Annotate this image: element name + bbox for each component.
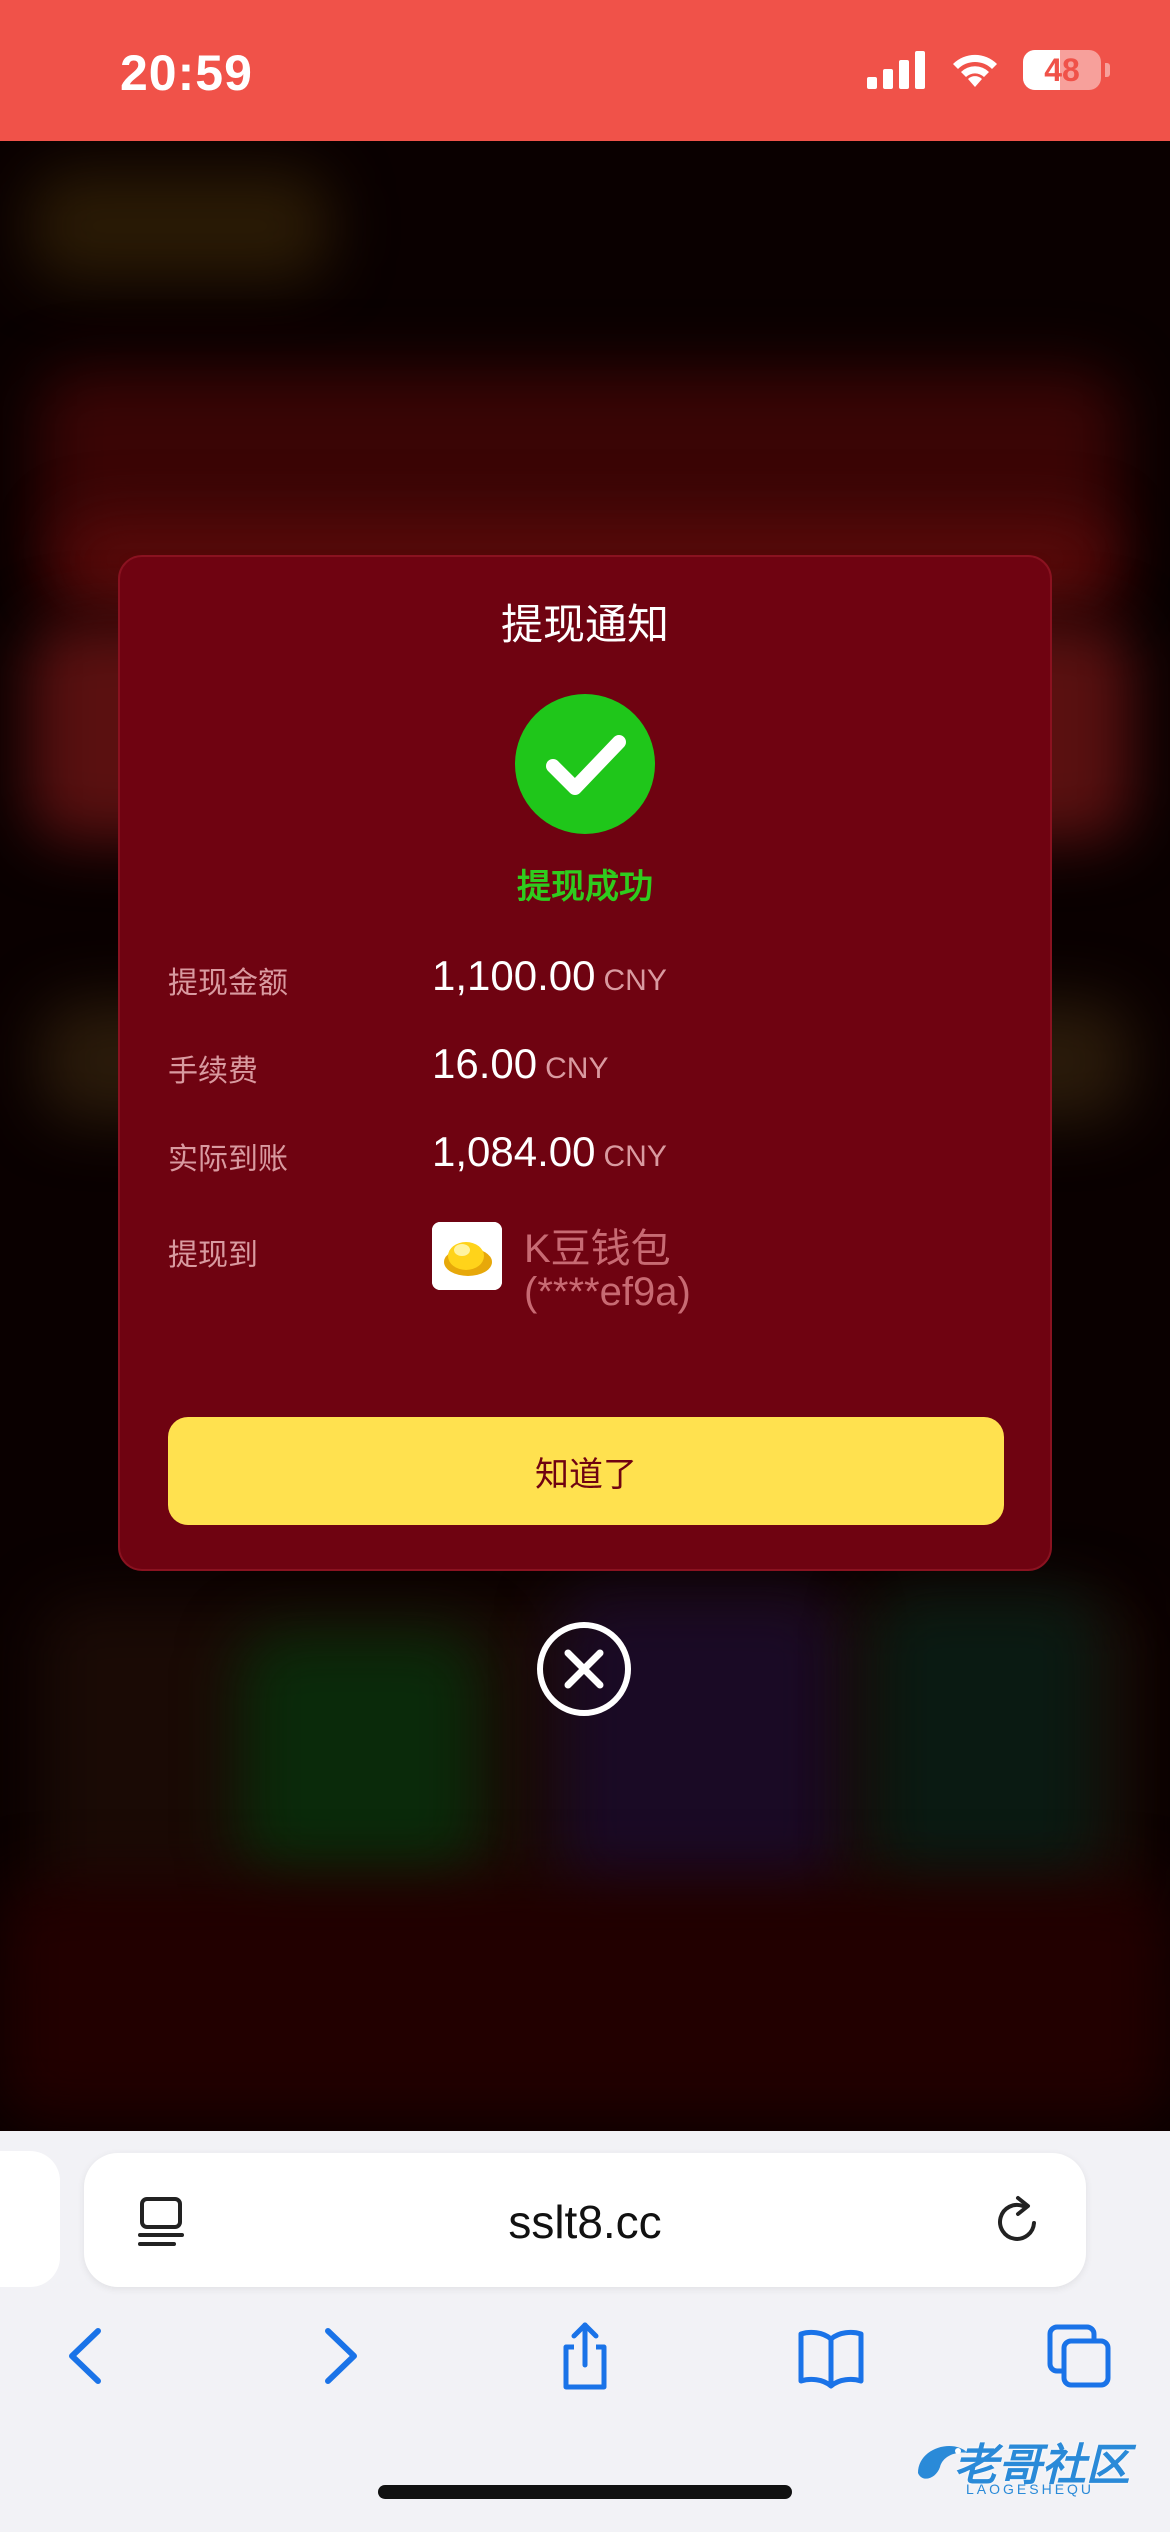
close-dialog-button[interactable]	[536, 1621, 632, 1717]
dialog-title: 提现通知	[500, 601, 669, 648]
withdrawal-notification-dialog: 提现通知 提现成功 提现金额 1,100.00 CNY 手续费 16.00 CNY …	[118, 555, 1052, 1571]
destination-label: 提现到	[168, 1239, 258, 1272]
amount-label: 提现金额	[168, 967, 288, 1000]
wallet-name: K豆钱包	[524, 1227, 671, 1271]
k-bean-wallet-icon	[432, 1222, 502, 1290]
received-row: 实际到账 1,084.00 CNY	[168, 1128, 1002, 1188]
fee-value-group: 16.00 CNY	[432, 1040, 608, 1088]
fee-label: 手续费	[168, 1055, 258, 1088]
battery-level: 48	[1044, 51, 1080, 88]
cellular-signal-icon	[867, 51, 925, 89]
battery-icon: 48	[1023, 50, 1101, 90]
status-bar: 20:59 48	[0, 0, 1170, 141]
battery-nub	[1105, 63, 1110, 77]
received-label: 实际到账	[168, 1143, 288, 1176]
watermark-logo: 老哥社区 LAOGESHEQU	[908, 2425, 1158, 2505]
status-icons: 48	[867, 50, 1110, 90]
previous-tab-card[interactable]	[0, 2151, 60, 2287]
received-value: 1,084.00	[432, 1128, 596, 1175]
back-icon[interactable]	[52, 2321, 122, 2391]
confirm-button[interactable]: 知道了	[168, 1417, 1004, 1525]
destination-row: 提现到 K豆钱包 (****ef9a)	[168, 1222, 1002, 1334]
amount-value-group: 1,100.00 CNY	[432, 952, 667, 1000]
success-check-icon	[515, 694, 655, 834]
address-bar[interactable]: sslt8.cc	[84, 2153, 1086, 2287]
watermark-subtext: LAOGESHEQU	[966, 2481, 1095, 2497]
received-value-group: 1,084.00 CNY	[432, 1128, 667, 1176]
withdrawal-status: 提现成功	[517, 868, 653, 906]
fee-unit: CNY	[545, 1052, 609, 1085]
share-icon[interactable]	[550, 2321, 620, 2391]
status-time: 20:59	[120, 45, 253, 101]
received-unit: CNY	[603, 1140, 667, 1173]
home-indicator[interactable]	[378, 2485, 792, 2499]
amount-row: 提现金额 1,100.00 CNY	[168, 952, 1002, 1012]
wallet-account: (****ef9a)	[524, 1270, 691, 1314]
reload-icon[interactable]	[990, 2193, 1046, 2249]
forward-icon[interactable]	[304, 2321, 374, 2391]
tabs-icon[interactable]	[1044, 2321, 1114, 2391]
fee-value: 16.00	[432, 1040, 538, 1087]
screen: 20:59 48 提现通知 提现成功 提现金额 1,100.00 CNY 手续费…	[0, 0, 1170, 2532]
bookmarks-icon[interactable]	[796, 2321, 866, 2391]
fee-row: 手续费 16.00 CNY	[168, 1040, 1002, 1100]
amount-unit: CNY	[603, 964, 667, 997]
amount-value: 1,100.00	[432, 952, 596, 999]
wifi-icon	[953, 54, 997, 87]
url-text[interactable]: sslt8.cc	[84, 2195, 1086, 2249]
